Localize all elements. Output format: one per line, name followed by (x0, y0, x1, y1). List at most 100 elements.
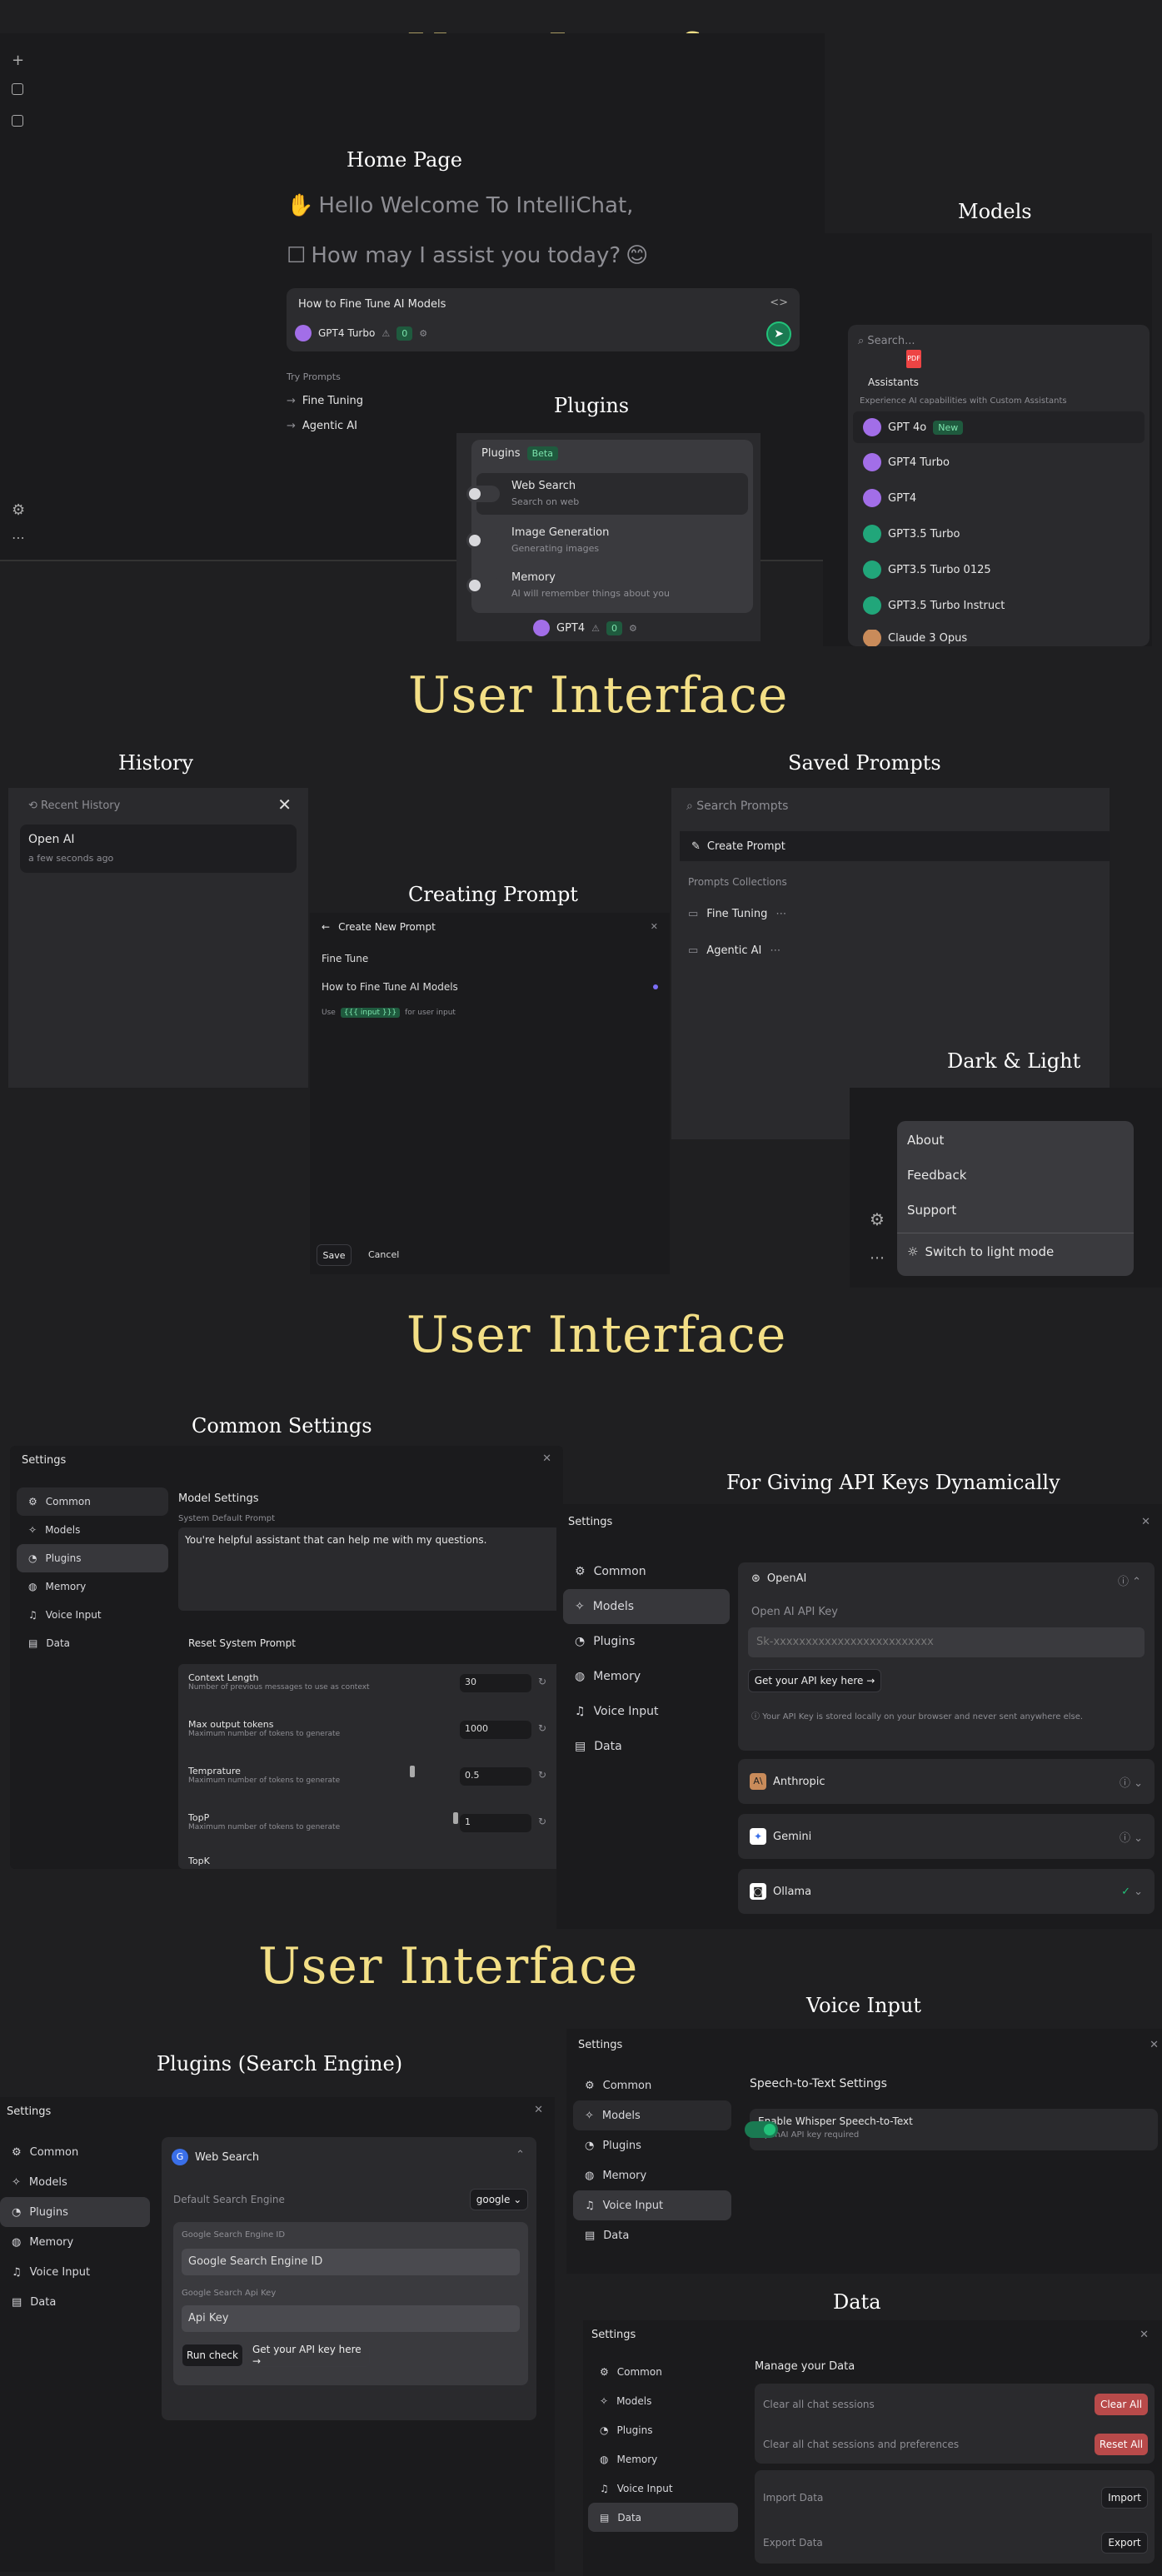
topp-input[interactable]: 1 (460, 1814, 531, 1832)
try-prompt-item[interactable]: → Agentic AI (287, 420, 357, 432)
import-button[interactable]: Import (1101, 2487, 1148, 2509)
settings-nav-voice[interactable]: ♫ Voice Input (573, 2190, 731, 2220)
settings-nav-memory[interactable]: ◍ Memory (0, 2227, 150, 2257)
gear-icon[interactable]: ⚙ (870, 1209, 885, 1229)
openai-header[interactable]: ⊛ OpenAI (751, 1572, 806, 1585)
engine-select[interactable]: google ⌄ (470, 2189, 528, 2210)
anthropic-card[interactable]: A\ Anthropic ⓘ ⌄ (738, 1759, 1155, 1804)
panel-icon[interactable] (12, 115, 23, 127)
reset-all-button[interactable]: Reset All (1095, 2434, 1148, 2455)
settings-icon[interactable]: ⚙ (419, 328, 427, 339)
settings-nav-models[interactable]: ✧ Models (563, 1589, 730, 1624)
about-menu-item[interactable]: About (907, 1133, 944, 1148)
engine-id-input[interactable]: Google Search Engine ID (182, 2249, 520, 2275)
settings-nav-models[interactable]: ✧ Models (588, 2386, 738, 2415)
model-item[interactable]: GPT4 (863, 489, 916, 507)
plugin-icon[interactable]: ⚠ (591, 623, 600, 634)
model-item[interactable]: GPT3.5 Turbo Instruct (863, 596, 1005, 615)
settings-nav-common[interactable]: ⚙ Common (563, 1554, 730, 1589)
assistants-label[interactable]: Assistants (868, 376, 919, 388)
settings-nav-data[interactable]: ▤ Data (588, 2503, 738, 2532)
chat-input-text[interactable]: How to Fine Tune AI Models (298, 298, 446, 311)
settings-nav-data[interactable]: ▤ Data (17, 1629, 168, 1657)
settings-nav-data[interactable]: ▤ Data (0, 2287, 150, 2317)
feedback-menu-item[interactable]: Feedback (907, 1168, 966, 1183)
close-icon[interactable]: ✕ (1140, 2329, 1149, 2341)
chat-input-box[interactable]: How to Fine Tune AI Models <> GPT4 Turbo… (287, 288, 800, 351)
settings-nav-data[interactable]: ▤ Data (563, 1729, 730, 1764)
gear-icon[interactable]: ⚙ (12, 501, 25, 519)
settings-nav-memory[interactable]: ◍ Memory (588, 2444, 738, 2474)
more-icon[interactable]: ⋯ (12, 530, 25, 546)
chevron-up-icon[interactable]: ⌃ (516, 2149, 525, 2161)
try-prompt-item[interactable]: → Fine Tuning (287, 395, 363, 407)
model-name[interactable]: GPT4 Turbo (318, 327, 375, 339)
model-item[interactable]: GPT3.5 Turbo 0125 (863, 561, 991, 579)
get-api-key-button[interactable]: Get your API key here → (252, 2344, 370, 2367)
settings-nav-plugins[interactable]: ◔ Plugins (563, 1624, 730, 1659)
settings-nav-plugins[interactable]: ◔ Plugins (588, 2415, 738, 2444)
create-prompt-button[interactable]: ✎ Create Prompt (680, 831, 1110, 861)
plugin-icon[interactable]: ⚠ (382, 328, 390, 339)
close-icon[interactable]: ✕ (534, 2104, 543, 2116)
settings-nav-common[interactable]: ⚙ Common (17, 1487, 168, 1516)
settings-nav-models[interactable]: ✧ Models (17, 1516, 168, 1544)
model-item[interactable]: GPT4 Turbo (863, 453, 950, 471)
cancel-button[interactable]: Cancel (368, 1249, 399, 1260)
context-length-input[interactable]: 30 (460, 1674, 531, 1692)
prompt-collection-item[interactable]: ▭ Agentic AI ⋯ (688, 944, 780, 957)
prompt-collection-item[interactable]: ▭ Fine Tuning ⋯ (688, 908, 786, 920)
settings-nav-common[interactable]: ⚙ Common (588, 2357, 738, 2386)
new-chat-icon[interactable]: + (12, 52, 24, 69)
close-icon[interactable]: ✕ (1141, 1516, 1150, 1528)
system-prompt-input[interactable]: You're helpful assistant that can help m… (178, 1527, 561, 1611)
max-tokens-input[interactable]: 1000 (460, 1721, 531, 1739)
api-key-input[interactable]: Api Key (182, 2305, 520, 2332)
settings-nav-models[interactable]: ✧ Models (573, 2100, 731, 2130)
sidebar-icon[interactable] (12, 83, 23, 95)
reset-icon[interactable]: ↻ (538, 1676, 546, 1687)
support-menu-item[interactable]: Support (907, 1203, 956, 1218)
more-icon[interactable]: ⋯ (770, 944, 780, 957)
close-icon[interactable]: ✕ (542, 1452, 551, 1465)
settings-nav-memory[interactable]: ◍ Memory (563, 1659, 730, 1694)
reset-icon[interactable]: ↻ (538, 1722, 546, 1734)
settings-nav-common[interactable]: ⚙ Common (0, 2137, 150, 2167)
settings-nav-plugins[interactable]: ◔ Plugins (0, 2197, 150, 2227)
settings-nav-plugins[interactable]: ◔ Plugins (573, 2130, 731, 2160)
settings-icon[interactable]: ⚙ (629, 623, 637, 634)
run-check-button[interactable]: Run check (182, 2344, 243, 2367)
reset-icon[interactable]: ↻ (538, 1769, 546, 1781)
clear-all-button[interactable]: Clear All (1095, 2394, 1148, 2415)
close-icon[interactable]: ✕ (651, 921, 658, 932)
settings-nav-voice[interactable]: ♫ Voice Input (0, 2257, 150, 2287)
more-icon[interactable]: ⋯ (870, 1249, 885, 1267)
settings-nav-common[interactable]: ⚙ Common (573, 2070, 731, 2100)
api-key-input[interactable]: Sk-xxxxxxxxxxxxxxxxxxxxxxxxx (748, 1627, 1145, 1657)
history-item[interactable]: Open AI a few seconds ago (20, 825, 297, 873)
send-button[interactable]: ➤ (766, 321, 791, 346)
settings-nav-models[interactable]: ✧ Models (0, 2167, 150, 2197)
close-icon[interactable]: ✕ (277, 795, 292, 815)
get-api-key-button[interactable]: Get your API key here → (748, 1669, 881, 1692)
settings-nav-memory[interactable]: ◍ Memory (573, 2160, 731, 2190)
web-search-header[interactable]: G Web Search (172, 2149, 259, 2165)
settings-nav-memory[interactable]: ◍ Memory (17, 1572, 168, 1601)
temperature-input[interactable]: 0.5 (460, 1767, 531, 1786)
settings-nav-voice[interactable]: ♫ Voice Input (563, 1694, 730, 1729)
ollama-card[interactable]: ◙ Ollama ✓ ⌄ (738, 1869, 1155, 1914)
reset-system-prompt-button[interactable]: Reset System Prompt (188, 1637, 296, 1649)
memory-toggle[interactable] (466, 577, 500, 594)
code-icon[interactable]: <> (770, 296, 788, 309)
chevron-up-icon[interactable]: ⓘ ⌃ (1118, 1572, 1141, 1588)
close-icon[interactable]: ✕ (1150, 2039, 1159, 2051)
gemini-card[interactable]: ✦ Gemini ⓘ ⌄ (738, 1814, 1155, 1859)
temperature-slider-handle[interactable] (410, 1766, 415, 1777)
prompt-content-input[interactable]: How to Fine Tune AI Models (322, 981, 458, 993)
back-arrow-icon[interactable]: ← (322, 921, 330, 933)
model-name[interactable]: GPT4 (556, 622, 585, 635)
switch-theme-item[interactable]: ☼ Switch to light mode (907, 1244, 1054, 1259)
model-item[interactable]: Claude 3 Opus (863, 630, 967, 646)
whisper-toggle[interactable] (745, 2121, 778, 2138)
prompt-search[interactable]: ⌕ Search Prompts (686, 800, 788, 813)
